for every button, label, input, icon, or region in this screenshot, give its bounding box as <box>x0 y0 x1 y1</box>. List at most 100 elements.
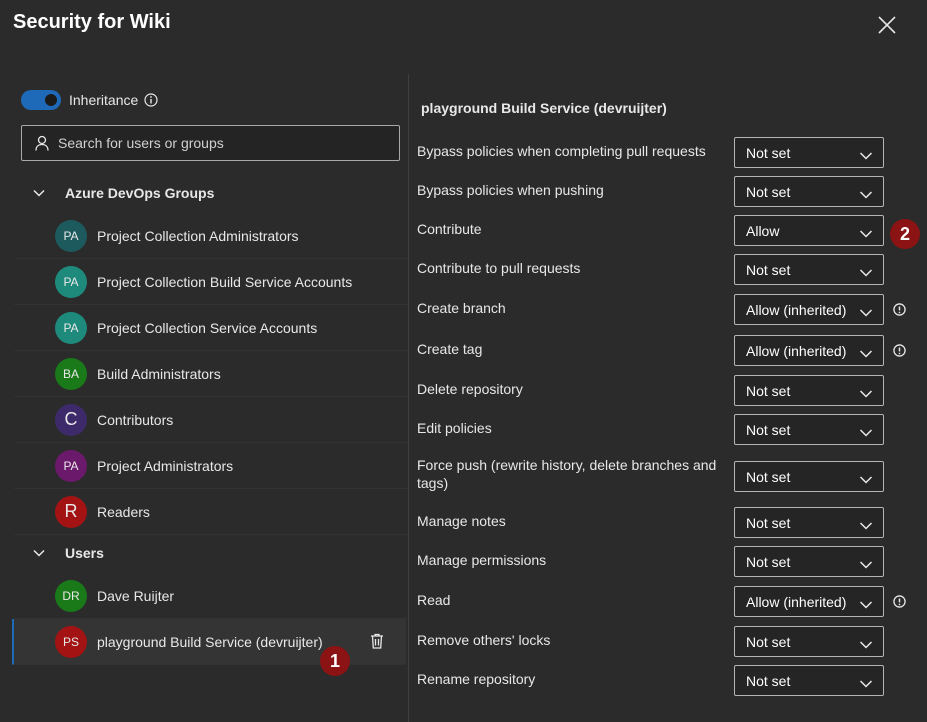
permission-dropdown[interactable]: Not set <box>734 665 884 696</box>
permission-value: Not set <box>746 553 791 570</box>
chevron-down-icon <box>859 187 873 205</box>
chevron-down-icon <box>859 425 873 443</box>
permission-dropdown[interactable]: Not set <box>734 507 884 538</box>
group-name: Readers <box>97 503 150 520</box>
users-header[interactable]: Users <box>0 533 408 573</box>
group-name: Project Collection Build Service Account… <box>97 273 353 290</box>
avatar: C <box>55 403 87 436</box>
callout-badge-2: 2 <box>890 219 920 249</box>
permission-label: Contribute <box>417 221 482 237</box>
permission-value: Not set <box>746 382 791 399</box>
group-row[interactable]: BA Build Administrators <box>14 351 408 397</box>
inheritance-row: Inheritance <box>21 90 158 110</box>
permission-label: Bypass policies when completing pull req… <box>417 143 706 159</box>
group-row[interactable]: C Contributors <box>14 397 408 443</box>
person-icon <box>35 135 49 151</box>
chevron-down-icon <box>859 597 873 615</box>
info-icon[interactable] <box>144 93 158 107</box>
permission-dropdown[interactable]: Allow (inherited) <box>734 586 884 617</box>
permission-label: Delete repository <box>417 381 523 397</box>
group-name: Project Collection Administrators <box>97 227 299 244</box>
chevron-down-icon <box>859 386 873 404</box>
chevron-down-icon <box>33 189 45 197</box>
chevron-down-icon <box>859 676 873 694</box>
groups-header-label: Azure DevOps Groups <box>65 185 215 201</box>
close-icon <box>878 16 896 34</box>
permission-label: Create tag <box>417 341 483 357</box>
panel-divider <box>408 74 409 722</box>
permission-value: Not set <box>746 514 791 531</box>
avatar: PS <box>55 625 87 658</box>
avatar: BA <box>55 357 87 390</box>
chevron-down-icon <box>859 305 873 323</box>
inheritance-toggle[interactable] <box>21 90 61 110</box>
chevron-down-icon <box>859 557 873 575</box>
inheritance-label: Inheritance <box>69 92 139 108</box>
permission-dropdown[interactable]: Not set <box>734 461 884 492</box>
permission-value: Not set <box>746 183 791 200</box>
permission-dropdown[interactable]: Not set <box>734 546 884 577</box>
permission-value: Allow (inherited) <box>746 593 847 610</box>
permission-value: Allow <box>746 222 780 239</box>
permission-dropdown[interactable]: Not set <box>734 626 884 657</box>
chevron-down-icon <box>859 637 873 655</box>
permission-value: Allow (inherited) <box>746 342 847 359</box>
permission-value: Allow (inherited) <box>746 301 847 318</box>
group-name: Build Administrators <box>97 365 221 382</box>
permission-label: Bypass policies when pushing <box>417 182 604 198</box>
groups-header[interactable]: Azure DevOps Groups <box>0 173 408 213</box>
user-name: playground Build Service (devruijter) <box>97 633 323 650</box>
permission-dropdown[interactable]: Not set <box>734 176 884 207</box>
group-name: Project Administrators <box>97 457 234 474</box>
delete-icon[interactable] <box>370 633 384 654</box>
avatar: PA <box>55 265 87 298</box>
permission-dropdown[interactable]: Not set <box>734 414 884 445</box>
permission-dropdown[interactable]: Allow (inherited) <box>734 335 884 366</box>
permission-dropdown[interactable]: Not set <box>734 254 884 285</box>
group-row[interactable]: PA Project Collection Build Service Accou… <box>14 259 408 305</box>
permission-value: Not set <box>746 144 791 161</box>
identities-panel: Inheritance Azure DevOps Groups PA Projec… <box>0 74 408 722</box>
permission-label: Manage notes <box>417 513 506 529</box>
info-icon[interactable] <box>893 344 907 358</box>
permission-label: Contribute to pull requests <box>417 260 581 276</box>
group-name: Contributors <box>97 411 174 428</box>
permission-dropdown[interactable]: Not set <box>734 137 884 168</box>
permission-label: Force push (rewrite history, delete bran… <box>417 457 717 491</box>
permission-label: Create branch <box>417 300 506 316</box>
avatar: DR <box>55 579 87 612</box>
permission-dropdown[interactable]: Not set <box>734 375 884 406</box>
permission-value: Not set <box>746 468 791 485</box>
permission-value: Not set <box>746 633 791 650</box>
search-box[interactable] <box>21 125 400 161</box>
group-name: Project Collection Service Accounts <box>97 319 318 336</box>
group-row[interactable]: PA Project Collection Administrators <box>14 213 408 259</box>
permission-label: Rename repository <box>417 671 536 687</box>
avatar: PA <box>55 219 87 252</box>
chevron-down-icon <box>859 148 873 166</box>
chevron-down-icon <box>859 265 873 283</box>
avatar: R <box>55 495 87 528</box>
user-row[interactable]: DR Dave Ruijter <box>14 573 408 619</box>
users-header-label: Users <box>65 545 104 561</box>
search-input[interactable] <box>58 135 378 151</box>
group-row[interactable]: PA Project Collection Service Accounts <box>14 305 408 351</box>
permission-value: Not set <box>746 261 791 278</box>
group-row[interactable]: R Readers <box>14 489 408 535</box>
permission-value: Not set <box>746 421 791 438</box>
permission-label: Read <box>417 592 451 608</box>
dialog-title: Security for Wiki <box>13 11 171 33</box>
info-icon[interactable] <box>893 303 907 317</box>
permission-label: Edit policies <box>417 420 492 436</box>
close-button[interactable] <box>872 10 902 40</box>
chevron-down-icon <box>859 226 873 244</box>
chevron-down-icon <box>859 472 873 490</box>
info-icon[interactable] <box>893 595 907 609</box>
callout-badge-1: 1 <box>320 646 350 676</box>
chevron-down-icon <box>33 549 45 557</box>
permission-label: Remove others' locks <box>417 632 551 648</box>
permission-dropdown[interactable]: Allow (inherited) <box>734 294 884 325</box>
avatar: PA <box>55 449 87 482</box>
permission-dropdown[interactable]: Allow <box>734 215 884 246</box>
group-row[interactable]: PA Project Administrators <box>14 443 408 489</box>
